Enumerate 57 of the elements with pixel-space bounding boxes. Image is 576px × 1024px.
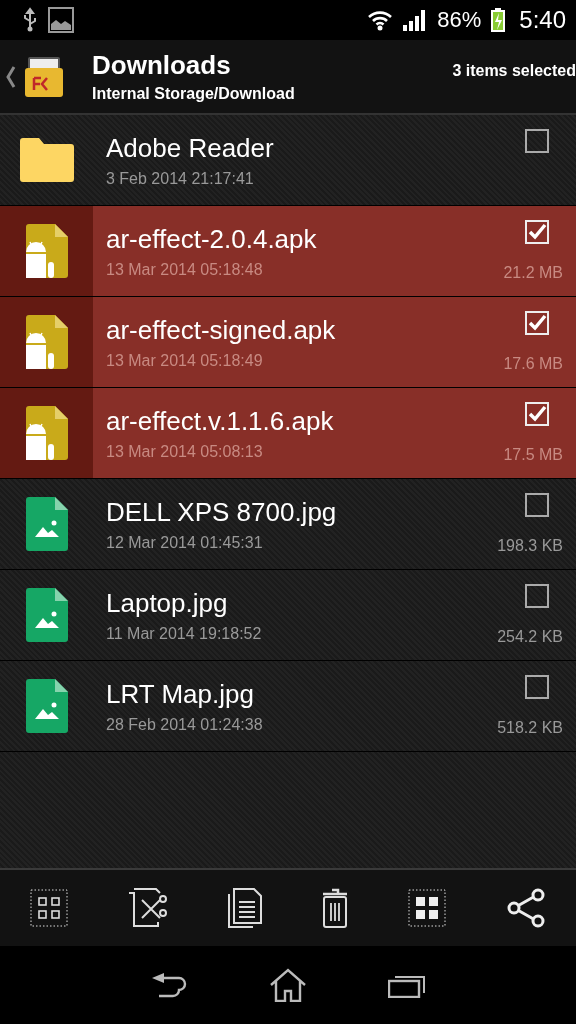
image-file-icon (25, 497, 68, 551)
usb-icon (22, 7, 38, 33)
checkbox[interactable] (525, 493, 549, 517)
file-date: 11 Mar 2014 19:18:52 (106, 624, 263, 643)
file-row[interactable]: LRT Map.jpg 28 Feb 2014 01:24:38 518.2 KB (0, 661, 576, 752)
file-name: LRT Map.jpg (106, 678, 255, 710)
image-file-icon (25, 679, 68, 733)
back-icon[interactable] (150, 972, 189, 998)
file-size: 21.2 MB (503, 264, 563, 282)
trash-icon[interactable] (322, 888, 348, 928)
checkbox[interactable] (525, 129, 549, 153)
file-name: DELL XPS 8700.jpg (106, 496, 338, 528)
file-date: 13 Mar 2014 05:18:48 (106, 260, 264, 279)
file-size: 17.5 MB (503, 446, 563, 464)
file-name: ar-effect.v.1.1.6.apk (106, 405, 335, 437)
folder-app-icon[interactable] (24, 55, 64, 98)
wifi-icon (367, 9, 394, 31)
file-name: ar-effect-2.0.4.apk (106, 223, 318, 255)
file-row[interactable]: ar-effect-2.0.4.apk 13 Mar 2014 05:18:48 21.2 MB (0, 206, 576, 297)
file-row[interactable]: DELL XPS 8700.jpg 12 Mar 2014 01:45:31 198.3 KB (0, 479, 576, 570)
folder-path: Internal Storage/Download (92, 85, 295, 103)
signal-icon (403, 9, 428, 31)
android-file-icon (25, 406, 68, 460)
select-none-icon[interactable] (30, 889, 68, 927)
file-row[interactable]: ar-effect.v.1.1.6.apk 13 Mar 2014 05:08:13 17.5 MB (0, 388, 576, 479)
file-date: 13 Mar 2014 05:18:49 (106, 351, 264, 370)
file-size: 518.2 KB (497, 719, 563, 737)
file-name: Laptop.jpg (106, 587, 229, 619)
copy-icon[interactable] (228, 888, 262, 928)
file-date: 12 Mar 2014 01:45:31 (106, 533, 264, 552)
checkbox[interactable] (525, 584, 549, 608)
file-row[interactable]: ar-effect-signed.apk 13 Mar 2014 05:18:49 17.6 MB (0, 297, 576, 388)
select-all-icon[interactable] (408, 889, 446, 927)
share-icon[interactable] (506, 888, 546, 928)
file-name: ar-effect-signed.apk (106, 314, 337, 346)
clock: 5:40 (519, 6, 566, 34)
file-size: 254.2 KB (497, 628, 563, 646)
file-size: 17.6 MB (503, 355, 563, 373)
file-size: 198.3 KB (497, 537, 563, 555)
file-name: Adobe Reader (106, 132, 275, 164)
file-date: 3 Feb 2014 21:17:41 (106, 169, 255, 188)
checkbox[interactable] (525, 675, 549, 699)
file-date: 28 Feb 2014 01:24:38 (106, 715, 264, 734)
file-row[interactable]: Laptop.jpg 11 Mar 2014 19:18:52 254.2 KB (0, 570, 576, 661)
folder-title: Downloads (92, 50, 232, 81)
battery-icon (491, 8, 506, 32)
battery-percent: 86% (437, 7, 482, 33)
android-file-icon (25, 224, 68, 278)
image-icon (48, 7, 74, 33)
back-caret-icon[interactable] (6, 65, 16, 88)
cut-icon[interactable] (128, 888, 168, 928)
file-date: 13 Mar 2014 05:08:13 (106, 442, 264, 461)
android-file-icon (25, 315, 68, 369)
home-icon[interactable] (269, 968, 307, 1002)
selection-count: 3 items selected (452, 62, 576, 80)
folder-icon (19, 138, 74, 182)
image-file-icon (25, 588, 68, 642)
